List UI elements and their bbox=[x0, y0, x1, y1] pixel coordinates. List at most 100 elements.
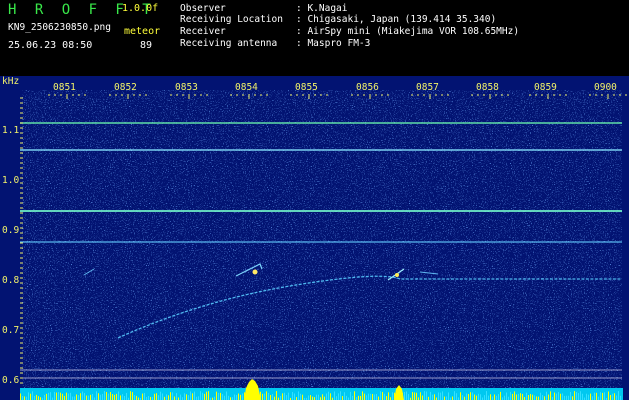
signal-spike bbox=[118, 391, 119, 400]
signal-spike bbox=[556, 393, 557, 400]
spectrogram-canvas: kHz 1.1 1.0 0.9 0.8 0.7 0.6 0851 0852 08… bbox=[2, 76, 627, 400]
signal-spike bbox=[416, 392, 417, 400]
signal-spike bbox=[88, 395, 89, 400]
signal-spike bbox=[604, 392, 605, 400]
signal-spike bbox=[172, 392, 173, 400]
signal-spike bbox=[308, 395, 309, 400]
signal-spike bbox=[432, 394, 433, 400]
signal-spike bbox=[72, 396, 73, 400]
signal-spike bbox=[342, 396, 343, 400]
signal-spike bbox=[156, 393, 157, 400]
signal-spike bbox=[378, 396, 379, 400]
signal-spike bbox=[38, 396, 39, 400]
signal-spike bbox=[574, 391, 575, 400]
signal-spike bbox=[384, 393, 385, 400]
signal-spike bbox=[500, 391, 501, 400]
signal-spike bbox=[264, 393, 265, 400]
signal-spike bbox=[174, 396, 175, 400]
signal-spike bbox=[422, 395, 423, 400]
y-tick-label: 0.9 bbox=[2, 225, 19, 236]
x-tick-label: 0855 bbox=[295, 82, 318, 93]
signal-spike bbox=[368, 393, 369, 400]
signal-spike bbox=[76, 394, 77, 400]
signal-spike bbox=[340, 391, 341, 400]
signal-spike bbox=[506, 392, 507, 400]
signal-spike bbox=[550, 391, 551, 400]
signal-spike bbox=[216, 391, 217, 400]
signal-spike bbox=[192, 393, 193, 400]
signal-spike bbox=[294, 393, 295, 400]
signal-spike bbox=[36, 394, 37, 400]
signal-spike bbox=[202, 392, 203, 400]
signal-spike bbox=[364, 393, 365, 400]
signal-spike bbox=[90, 394, 91, 400]
signal-spike bbox=[440, 392, 441, 400]
signal-spike bbox=[558, 392, 559, 400]
signal-spike bbox=[514, 391, 515, 400]
signal-spike bbox=[568, 395, 569, 400]
info-key-location: Receiving Location bbox=[180, 14, 283, 25]
signal-spike bbox=[122, 394, 123, 400]
signal-spike bbox=[262, 393, 263, 400]
signal-spike bbox=[544, 396, 545, 400]
y-tick-label: 1.1 bbox=[2, 125, 19, 136]
signal-spike bbox=[44, 394, 45, 400]
signal-spike bbox=[286, 395, 287, 400]
signal-spike bbox=[62, 393, 63, 400]
signal-spike bbox=[572, 396, 573, 400]
signal-spike bbox=[222, 394, 223, 400]
signal-spike bbox=[430, 391, 431, 400]
signal-spike bbox=[486, 391, 487, 400]
signal-spike bbox=[586, 393, 587, 400]
signal-spike bbox=[388, 392, 389, 400]
signal-spike bbox=[472, 392, 473, 400]
signal-spike bbox=[468, 394, 469, 400]
y-tick-label: 1.0 bbox=[2, 175, 19, 186]
y-axis-unit: kHz bbox=[2, 76, 19, 87]
signal-spike bbox=[54, 391, 55, 400]
signal-spike bbox=[208, 391, 209, 400]
signal-spike bbox=[228, 395, 229, 400]
signal-spike bbox=[186, 394, 187, 400]
signal-spike bbox=[350, 391, 351, 400]
signal-spike bbox=[288, 392, 289, 400]
signal-spike bbox=[578, 392, 579, 400]
meteor-echo-core bbox=[252, 269, 258, 275]
signal-spike bbox=[414, 392, 415, 400]
signal-spike bbox=[620, 395, 621, 400]
signal-spike bbox=[360, 395, 361, 400]
signal-spike bbox=[424, 391, 425, 400]
signal-spike bbox=[154, 393, 155, 400]
signal-spike bbox=[352, 395, 353, 400]
signal-spike bbox=[66, 392, 67, 400]
signal-spike bbox=[282, 393, 283, 400]
signal-spike bbox=[498, 394, 499, 400]
signal-spike bbox=[488, 395, 489, 400]
signal-spike bbox=[162, 393, 163, 400]
meteor-count: 89 bbox=[140, 40, 153, 51]
signal-spike bbox=[420, 392, 421, 400]
signal-spike bbox=[490, 394, 491, 400]
signal-spike bbox=[134, 395, 135, 400]
signal-spike bbox=[224, 395, 225, 400]
info-key-antenna: Receiving antenna bbox=[180, 38, 278, 49]
signal-spike bbox=[92, 393, 93, 400]
signal-spike bbox=[46, 393, 47, 400]
signal-spike bbox=[80, 393, 81, 400]
signal-spike bbox=[198, 396, 199, 400]
signal-spike bbox=[366, 395, 367, 400]
meteor-echo-core bbox=[395, 273, 399, 277]
filename-label: KN9_2506230850.png bbox=[8, 22, 111, 33]
signal-spike bbox=[104, 391, 105, 400]
signal-spike bbox=[48, 392, 49, 400]
signal-spike bbox=[242, 393, 243, 400]
signal-spike bbox=[190, 391, 191, 400]
signal-spike bbox=[112, 394, 113, 400]
signal-spike bbox=[166, 394, 167, 400]
signal-spike bbox=[408, 394, 409, 400]
signal-spike bbox=[142, 393, 143, 400]
signal-spike bbox=[610, 395, 611, 400]
signal-spike bbox=[534, 395, 535, 400]
signal-spike bbox=[114, 394, 115, 400]
signal-spike bbox=[60, 392, 61, 400]
